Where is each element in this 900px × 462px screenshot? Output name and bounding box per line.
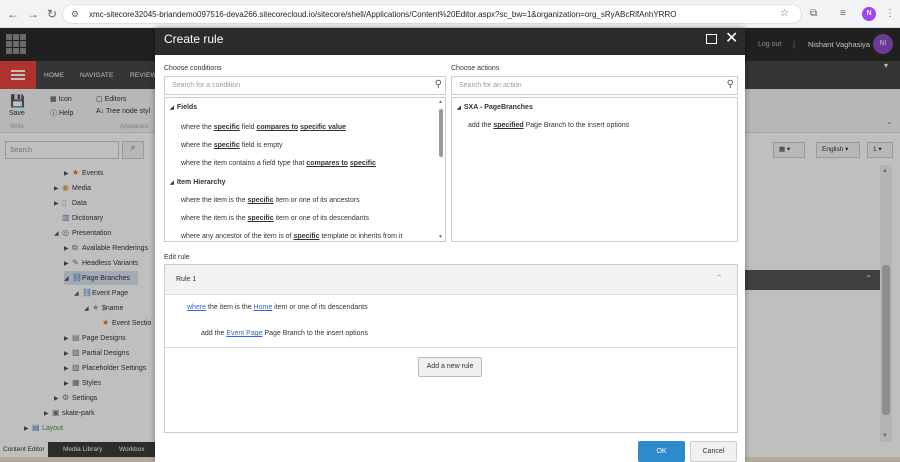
rule-text: the item is the <box>206 304 254 311</box>
collapse-triangle-icon: ◢ <box>457 105 461 111</box>
rule-text: field <box>239 124 257 131</box>
condition-item[interactable]: where the specific field compares to spe… <box>181 124 346 131</box>
scroll-up-icon: ▲ <box>438 99 443 105</box>
chevron-up-icon[interactable]: ⌃ <box>715 273 723 284</box>
rule-text: template or inherits from it <box>319 233 403 240</box>
rule-text: item or one of its descendants <box>273 215 369 222</box>
address-bar[interactable]: ⚙ xmc-sitecore32045-briandemo097516-deva… <box>62 4 802 24</box>
action-item[interactable]: add the specified Page Branch to the ins… <box>468 122 629 129</box>
conditions-scrollbar[interactable]: ▲ ▼ <box>437 99 445 240</box>
rule-text: where the <box>181 142 214 149</box>
condition-item[interactable]: where any ancestor of the item is of spe… <box>181 233 402 240</box>
extensions-icon[interactable]: ⧉ <box>810 8 817 19</box>
rule-text: where the item contains a field type tha… <box>181 160 307 167</box>
condition-item[interactable]: where the item is the specific item or o… <box>181 215 369 222</box>
rule-keyword[interactable]: specific <box>293 233 319 240</box>
dialog-title: Create rule <box>164 32 224 46</box>
rule-keyword[interactable]: specific <box>350 160 376 167</box>
group-fields[interactable]: ◢ Fields <box>170 104 197 111</box>
rule-action-line: add the Event Page Page Branch to the in… <box>201 330 368 337</box>
url-text: xmc-sitecore32045-briandemo097516-deva26… <box>89 10 677 19</box>
rule-keyword[interactable]: specific <box>214 142 240 149</box>
rule-keyword[interactable]: specified <box>493 122 523 129</box>
search-icon[interactable]: ⚲ <box>727 79 734 90</box>
rule-text: Page Branch to the insert options <box>523 122 630 129</box>
group-sxa-pagebranches[interactable]: ◢ SXA - PageBranches <box>457 104 533 111</box>
rule-link[interactable]: Event Page <box>226 330 262 337</box>
rule-text: Page Branch to the insert options <box>262 330 368 337</box>
condition-item[interactable]: where the item contains a field type tha… <box>181 160 376 167</box>
search-icon[interactable]: ⚲ <box>435 79 442 90</box>
condition-item[interactable]: where the specific field is empty <box>181 142 283 149</box>
scrollbar-thumb[interactable] <box>439 109 443 157</box>
site-settings-icon[interactable]: ⚙ <box>71 9 79 20</box>
divider <box>165 347 737 348</box>
rule-text: where any ancestor of the item is of <box>181 233 294 240</box>
ok-button[interactable]: OK <box>638 441 685 462</box>
rule-link[interactable]: where <box>187 304 206 311</box>
edit-rule-panel: Rule 1 ⌃ where the item is the Home item… <box>164 264 738 433</box>
maximize-icon[interactable] <box>706 34 717 44</box>
rule-keyword[interactable]: specific <box>214 124 240 131</box>
actions-list: ◢ SXA - PageBranches add the specified Pa… <box>451 97 738 242</box>
rule-keyword[interactable]: compares to <box>257 124 299 131</box>
rule-title: Rule 1 <box>176 276 197 283</box>
action-search-input[interactable]: Search for an action ⚲ <box>451 76 738 95</box>
conditions-list: ◢ Fields where the specific field compare… <box>164 97 446 242</box>
edit-rule-label: Edit rule <box>164 254 190 261</box>
bookmark-star-icon[interactable]: ☆ <box>780 8 789 19</box>
back-arrow-icon[interactable]: ← <box>6 7 20 21</box>
collapse-triangle-icon: ◢ <box>170 180 174 186</box>
rule-keyword[interactable]: specific <box>248 197 274 204</box>
rule-text: where the item is the <box>181 197 248 204</box>
forward-arrow-icon[interactable]: → <box>26 7 40 21</box>
scroll-down-icon: ▼ <box>438 234 443 240</box>
rule-text: where the item is the <box>181 215 248 222</box>
rule-keyword[interactable]: specific <box>248 215 274 222</box>
rule-text: add the <box>468 122 494 129</box>
rule-condition-line: where the item is the Home item or one o… <box>187 304 368 311</box>
condition-search-input[interactable]: Search for a condition ⚲ <box>164 76 446 95</box>
rule-header[interactable]: Rule 1 ⌃ <box>165 265 737 295</box>
rule-keyword[interactable]: specific value <box>300 124 346 131</box>
rule-link[interactable]: Home <box>254 304 273 311</box>
close-icon[interactable]: ✕ <box>725 29 738 49</box>
browser-profile-avatar[interactable]: N <box>862 7 876 21</box>
group-item-hierarchy[interactable]: ◢ Item Hierarchy <box>170 179 226 186</box>
browser-menu-icon[interactable]: ⋮ <box>885 8 895 19</box>
reading-list-icon[interactable]: ≡ <box>840 8 846 19</box>
choose-conditions-label: Choose conditions <box>164 65 222 72</box>
cancel-button[interactable]: Cancel <box>690 441 737 462</box>
dialog-header: Create rule ✕ <box>155 28 745 55</box>
choose-actions-label: Choose actions <box>451 65 500 72</box>
browser-toolbar: ← → ↻ ⚙ xmc-sitecore32045-briandemo09751… <box>0 0 900 28</box>
rule-keyword[interactable]: compares to <box>306 160 348 167</box>
collapse-triangle-icon: ◢ <box>170 105 174 111</box>
rule-text: add the <box>201 330 227 337</box>
rule-text: item or one of its ancestors <box>273 197 360 204</box>
rule-text: field is empty <box>239 142 283 149</box>
create-rule-dialog: Create rule ✕ Choose conditions Search f… <box>155 28 745 462</box>
rule-text: where the <box>181 124 214 131</box>
condition-item[interactable]: where the item is the specific item or o… <box>181 197 360 204</box>
add-new-rule-button[interactable]: Add a new rule <box>418 357 482 377</box>
reload-icon[interactable]: ↻ <box>45 7 59 21</box>
rule-text: item or one of its descendants <box>272 304 368 311</box>
